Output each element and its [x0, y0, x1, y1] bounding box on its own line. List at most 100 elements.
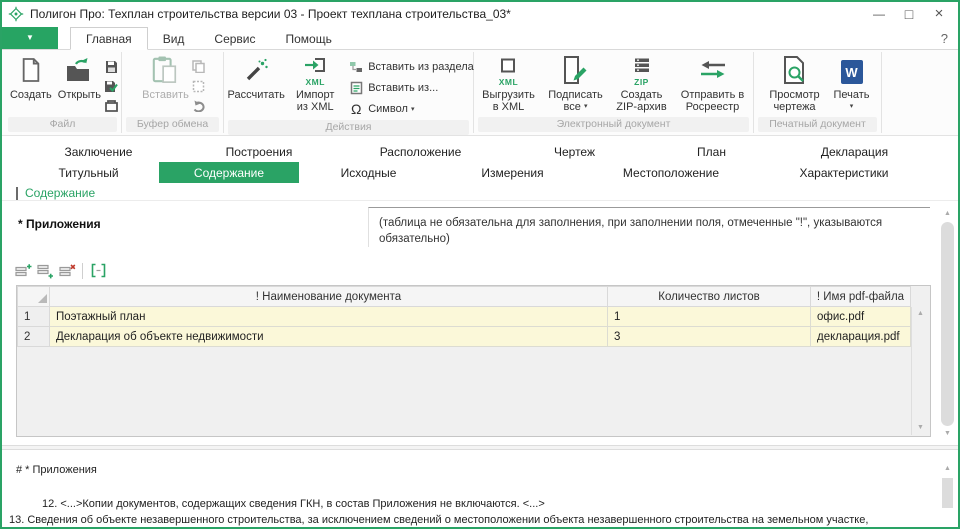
maximize-icon[interactable]: □ — [894, 4, 924, 24]
preview-drawing-button[interactable]: Просмотр чертежа — [761, 53, 829, 113]
tab-chertezh[interactable]: Чертеж — [502, 141, 647, 162]
copy-icon[interactable] — [192, 56, 206, 76]
undo-icon[interactable] — [192, 96, 206, 116]
table-scrollbar[interactable]: ▲ ▼ — [911, 307, 929, 435]
column-header-pdf-name[interactable]: ! Имя pdf-файла — [811, 287, 911, 307]
main-content: * Приложения (таблица не обязательна для… — [2, 200, 958, 445]
tab-iskhodnye[interactable]: Исходные — [299, 162, 438, 183]
tab-deklaratsiya[interactable]: Декларация — [776, 141, 933, 162]
document-name-cell[interactable]: Поэтажный план — [50, 307, 608, 327]
breadcrumb-bar — [16, 187, 18, 200]
tab-zaklyuchenie[interactable]: Заключение — [18, 141, 179, 162]
create-zip-button[interactable]: ZIP Создать ZIP-архив — [610, 53, 674, 113]
title-bar: Полигон Про: Техплан строительства верси… — [2, 2, 958, 26]
scroll-down-icon[interactable]: ▼ — [940, 427, 955, 441]
save-check-button[interactable] — [104, 76, 118, 96]
breadcrumb: Содержание — [16, 186, 958, 200]
tab-kharakteristiki[interactable]: Характеристики — [755, 162, 933, 183]
scrollbar-thumb[interactable] — [942, 478, 953, 508]
help-panel-paragraph-13: 13. Сведения об объекте незавершенного с… — [9, 514, 868, 526]
tab-plan[interactable]: План — [647, 141, 776, 162]
paste-button[interactable]: Вставить — [139, 53, 192, 101]
close-icon[interactable]: × — [924, 4, 954, 24]
table-row: 2 Декларация об объекте недвижимости 3 д… — [18, 327, 911, 347]
omega-icon: Ω — [347, 102, 365, 116]
create-button[interactable]: Создать — [7, 53, 55, 101]
column-header-sheet-count[interactable]: Количество листов — [608, 287, 811, 307]
file-menu-button[interactable]: ▼ — [2, 27, 58, 49]
zip-badge: ZIP — [634, 78, 649, 87]
tab-raspolozhenie[interactable]: Расположение — [339, 141, 502, 162]
tab-titulnyy[interactable]: Титульный — [18, 162, 159, 183]
help-panel-scrollbar[interactable]: ▲ — [940, 462, 955, 522]
ribbon-group-actions: Рассчитать XML Импорт из XML — [224, 52, 474, 133]
scroll-up-icon[interactable]: ▲ — [940, 207, 955, 221]
tab-postroeniya[interactable]: Построения — [179, 141, 339, 162]
paste-special-icon[interactable] — [192, 76, 206, 96]
tab-soderzhanie[interactable]: Содержание — [159, 162, 299, 183]
ribbon-group-clipboard-label: Буфер обмена — [126, 117, 219, 132]
ribbon-group-pdoc-label: Печатный документ — [758, 117, 877, 132]
insert-from-section-button[interactable]: Вставить из раздела — [347, 56, 474, 77]
table-corner-sort-icon — [38, 294, 47, 303]
scroll-up-icon[interactable]: ▲ — [940, 462, 955, 476]
minimize-icon[interactable]: — — [864, 4, 894, 24]
sheet-count-cell[interactable]: 3 — [608, 327, 811, 347]
row-number-cell[interactable]: 2 — [18, 327, 50, 347]
tab-mestopolozhenie[interactable]: Местоположение — [587, 162, 755, 183]
field-note: (таблица не обязательна для заполнения, … — [368, 207, 930, 247]
menu-tab-servis[interactable]: Сервис — [199, 28, 270, 49]
calculate-button[interactable]: Рассчитать — [223, 53, 289, 101]
save-all-button[interactable] — [104, 96, 118, 116]
chevron-down-icon: ▾ — [833, 101, 869, 113]
document-name-cell[interactable]: Декларация об объекте недвижимости — [50, 327, 608, 347]
sign-all-button[interactable]: Подписать все ▾ — [542, 53, 610, 113]
section-tabs: Заключение Построения Расположение Черте… — [2, 136, 958, 200]
toolbar-separator — [82, 263, 83, 279]
add-row-button[interactable] — [12, 261, 34, 280]
menu-tab-glavnaya[interactable]: Главная — [70, 27, 148, 50]
menu-tab-vid[interactable]: Вид — [148, 28, 200, 49]
help-panel-paragraph-12: 12. <...>Копии документов, содержащих св… — [42, 498, 545, 510]
app-logo-icon — [8, 6, 24, 22]
open-button[interactable]: Открыть — [55, 53, 104, 101]
word-icon: W — [841, 60, 863, 84]
pdf-name-cell[interactable]: офис.pdf — [811, 307, 911, 327]
import-xml-button[interactable]: XML Импорт из XML — [289, 53, 341, 113]
pdf-name-cell[interactable]: декларация.pdf — [811, 327, 911, 347]
add-row-below-button[interactable] — [34, 261, 56, 280]
send-rosreestr-button[interactable]: Отправить в Росреестр — [674, 53, 752, 113]
menu-tab-pomosch[interactable]: Помощь — [271, 28, 347, 49]
table-row: 1 Поэтажный план 1 офис.pdf — [18, 307, 911, 327]
help-panel: # * Приложения 12. <...>Копии документов… — [2, 450, 958, 527]
row-number-cell[interactable]: 1 — [18, 307, 50, 327]
table-corner-cell[interactable] — [18, 287, 50, 307]
symbol-button[interactable]: Ω Символ ▾ — [347, 98, 474, 119]
chevron-down-icon: ▼ — [26, 34, 34, 42]
scrollbar-thumb[interactable] — [941, 222, 954, 426]
fit-columns-button[interactable] — [87, 261, 109, 280]
ribbon-group-actions-label: Действия — [228, 120, 469, 135]
menu-bar: ▼ Главная Вид Сервис Помощь ? — [2, 26, 958, 50]
help-icon[interactable]: ? — [941, 31, 948, 46]
ribbon-group-pdoc: Просмотр чертежа W Печать▾ Печатный доку… — [754, 52, 882, 133]
export-xml-button[interactable]: XML Выгрузить в XML — [476, 53, 542, 113]
scroll-down-icon[interactable]: ▼ — [912, 421, 929, 435]
window-title: Полигон Про: Техплан строительства верси… — [30, 7, 864, 21]
insert-from-button[interactable]: Вставить из... — [347, 77, 474, 98]
field-label-attachments: * Приложения — [18, 217, 101, 231]
scroll-up-icon[interactable]: ▲ — [912, 307, 929, 321]
tab-izmereniya[interactable]: Измерения — [438, 162, 587, 183]
delete-row-button[interactable] — [56, 261, 78, 280]
ribbon-group-file-label: Файл — [8, 117, 117, 132]
preview-magnifier-icon — [782, 56, 808, 89]
export-xml-icon — [500, 58, 516, 78]
sheet-count-cell[interactable]: 1 — [608, 307, 811, 327]
save-button[interactable] — [104, 56, 118, 76]
insert-section-icon — [347, 60, 365, 74]
help-panel-title: # * Приложения — [16, 464, 97, 476]
print-button[interactable]: W Печать▾ — [829, 53, 875, 113]
column-header-document-name[interactable]: ! Наименование документа — [50, 287, 608, 307]
new-document-icon — [20, 57, 42, 88]
main-scrollbar[interactable]: ▲ ▼ — [940, 207, 955, 441]
